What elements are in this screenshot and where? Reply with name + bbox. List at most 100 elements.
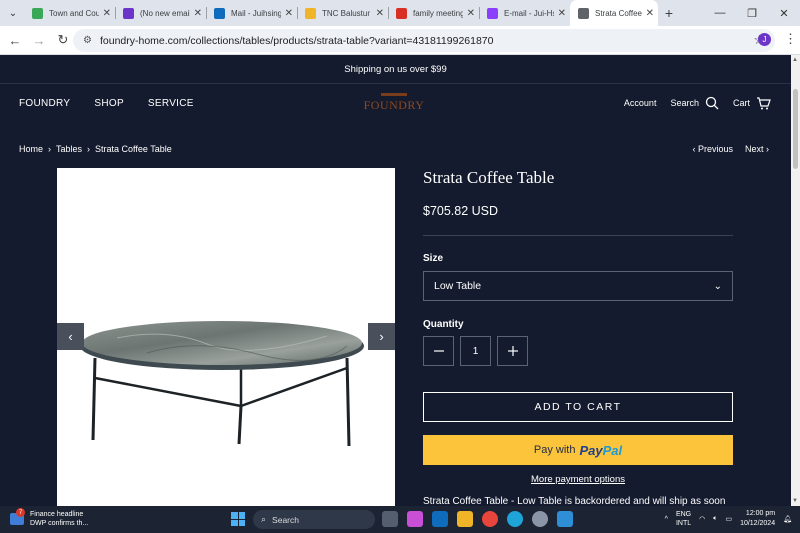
next-product-link[interactable]: Next › xyxy=(745,144,769,154)
tab-favicon-icon xyxy=(32,7,43,19)
close-tab-icon[interactable]: ✕ xyxy=(376,8,384,19)
cart-link[interactable]: Cart xyxy=(733,96,771,110)
scroll-down-arrow-icon[interactable]: ▼ xyxy=(792,498,798,504)
chrome-icon[interactable] xyxy=(482,511,498,527)
language-line-2: INTL xyxy=(675,520,692,527)
previous-product-link[interactable]: ‹ Previous xyxy=(692,144,733,154)
page-scrollbar[interactable]: ▲ ▼ xyxy=(791,55,800,506)
quantity-stepper: 1 xyxy=(423,336,528,366)
paypal-logo-part1: Pay xyxy=(579,442,603,458)
browser-tab[interactable]: Strata Coffee T ✕ xyxy=(570,0,658,26)
news-text: Finance headline DWP confirms th... xyxy=(30,510,88,528)
nav-foundry[interactable]: FOUNDRY xyxy=(19,98,70,109)
search-label: Search xyxy=(670,98,699,108)
site-info-icon[interactable]: ⚙ xyxy=(83,35,92,46)
address-bar-row: ← → ↻ ⚙ foundry-home.com/collections/tab… xyxy=(0,26,800,55)
announcement-bar: Shipping on us over $99 xyxy=(344,63,447,75)
tab-title: family meeting xyxy=(413,8,463,18)
clock-date: 10/12/2024 xyxy=(740,520,776,527)
search-icon xyxy=(705,96,719,110)
breadcrumb-current: Strata Coffee Table xyxy=(95,144,172,154)
reload-button[interactable]: ↻ xyxy=(51,32,75,48)
settings-icon[interactable] xyxy=(532,511,548,527)
browser-tab[interactable]: E-mail - Jui-Hs ✕ xyxy=(479,0,570,26)
clock[interactable]: 12:00 pm 10/12/2024 xyxy=(740,509,775,529)
close-tab-icon[interactable]: ✕ xyxy=(558,8,566,19)
nav-service[interactable]: SERVICE xyxy=(148,98,194,109)
decrease-quantity-button[interactable] xyxy=(423,336,454,366)
url-field[interactable]: ⚙ foundry-home.com/collections/tables/pr… xyxy=(73,29,775,52)
search-link[interactable]: Search xyxy=(670,96,719,110)
image-prev-button[interactable]: ‹ xyxy=(57,323,84,350)
tab-search-button[interactable]: ⌄ xyxy=(2,2,24,24)
close-tab-icon[interactable]: ✕ xyxy=(285,8,293,19)
taskbar-search[interactable]: ⌕ Search xyxy=(253,510,375,529)
browser-tab[interactable]: TNC Balustur L ✕ xyxy=(297,0,388,26)
copilot-icon[interactable] xyxy=(407,511,423,527)
news-badge: 7 xyxy=(16,508,25,517)
profile-avatar[interactable]: J xyxy=(758,33,771,46)
back-button[interactable]: ← xyxy=(3,33,27,48)
close-tab-icon[interactable]: ✕ xyxy=(467,8,475,19)
chevron-up-icon[interactable]: ^ xyxy=(665,516,668,523)
coffee-table-illustration xyxy=(80,321,364,447)
task-view-icon[interactable] xyxy=(382,511,398,527)
breadcrumb-tables[interactable]: Tables xyxy=(56,144,82,154)
browser-tab[interactable]: Town and Cou ✕ xyxy=(24,0,115,26)
close-window-button[interactable]: ✕ xyxy=(768,0,800,26)
file-explorer-icon[interactable] xyxy=(457,511,473,527)
minimize-button[interactable]: — xyxy=(704,0,736,26)
tab-title: (No new email xyxy=(140,8,190,18)
close-tab-icon[interactable]: ✕ xyxy=(194,8,202,19)
close-tab-icon[interactable]: ✕ xyxy=(103,8,111,19)
nav-shop[interactable]: SHOP xyxy=(94,98,124,109)
size-select[interactable]: Low Table ⌄ xyxy=(423,271,733,301)
tab-title: Strata Coffee T xyxy=(595,8,642,18)
paypal-prefix: Pay with xyxy=(533,444,576,456)
paypal-logo-part2: Pal xyxy=(602,442,623,458)
close-tab-icon[interactable]: ✕ xyxy=(646,8,654,19)
tab-title: Town and Cou xyxy=(49,8,99,18)
store-logo[interactable]: FOUNDRY xyxy=(352,93,436,113)
speaker-icon[interactable]: 🔈︎ xyxy=(713,515,717,523)
wifi-icon[interactable]: ◠ xyxy=(699,515,705,523)
photos-icon[interactable] xyxy=(557,511,573,527)
scroll-thumb[interactable] xyxy=(793,89,798,169)
paypal-button[interactable]: Pay with Pay Pal xyxy=(423,435,733,465)
news-title: Finance headline xyxy=(30,511,84,518)
breadcrumb: Home › Tables › Strata Coffee Table xyxy=(19,144,172,154)
quantity-input[interactable]: 1 xyxy=(460,336,491,366)
breadcrumb-home[interactable]: Home xyxy=(19,144,43,154)
price-divider xyxy=(423,235,733,236)
search-icon: ⌕ xyxy=(261,514,267,524)
plus-icon xyxy=(507,346,518,356)
outlook-icon[interactable] xyxy=(432,511,448,527)
new-tab-button[interactable]: + xyxy=(658,5,680,21)
language-indicator[interactable]: ENG INTL xyxy=(676,510,691,528)
add-to-cart-button[interactable]: ADD TO CART xyxy=(423,392,733,422)
start-button-icon[interactable] xyxy=(231,512,245,526)
pinned-apps xyxy=(382,511,573,527)
restore-button[interactable]: ❐ xyxy=(736,0,768,26)
browser-tab[interactable]: Mail - Juihsing ✕ xyxy=(206,0,297,26)
tab-favicon-icon xyxy=(396,7,407,19)
image-next-button[interactable]: › xyxy=(368,323,395,350)
header-actions: Account Search Cart xyxy=(624,96,771,110)
browser-tab[interactable]: family meeting ✕ xyxy=(388,0,479,26)
increase-quantity-button[interactable] xyxy=(497,336,528,366)
account-link[interactable]: Account xyxy=(624,98,657,108)
browser-tab[interactable]: (No new email ✕ xyxy=(115,0,206,26)
edge-icon[interactable] xyxy=(507,511,523,527)
news-widget[interactable]: 7 Finance headline DWP confirms th... xyxy=(10,508,88,528)
scroll-up-arrow-icon[interactable]: ▲ xyxy=(792,57,798,63)
browser-menu-icon[interactable]: ⋮ xyxy=(784,31,797,47)
quantity-label: Quantity xyxy=(423,319,464,330)
notification-bell-icon[interactable]: 🔔︎ xyxy=(783,515,792,523)
forward-button[interactable]: → xyxy=(27,33,51,48)
size-label: Size xyxy=(423,253,444,264)
chevron-right-icon: › xyxy=(48,144,52,154)
news-subtitle: DWP confirms th... xyxy=(30,520,89,527)
battery-icon[interactable]: ▭ xyxy=(725,515,732,523)
more-payment-options-link[interactable]: More payment options xyxy=(423,474,733,485)
product-description: Strata Coffee Table - Low Table is backo… xyxy=(423,496,726,506)
